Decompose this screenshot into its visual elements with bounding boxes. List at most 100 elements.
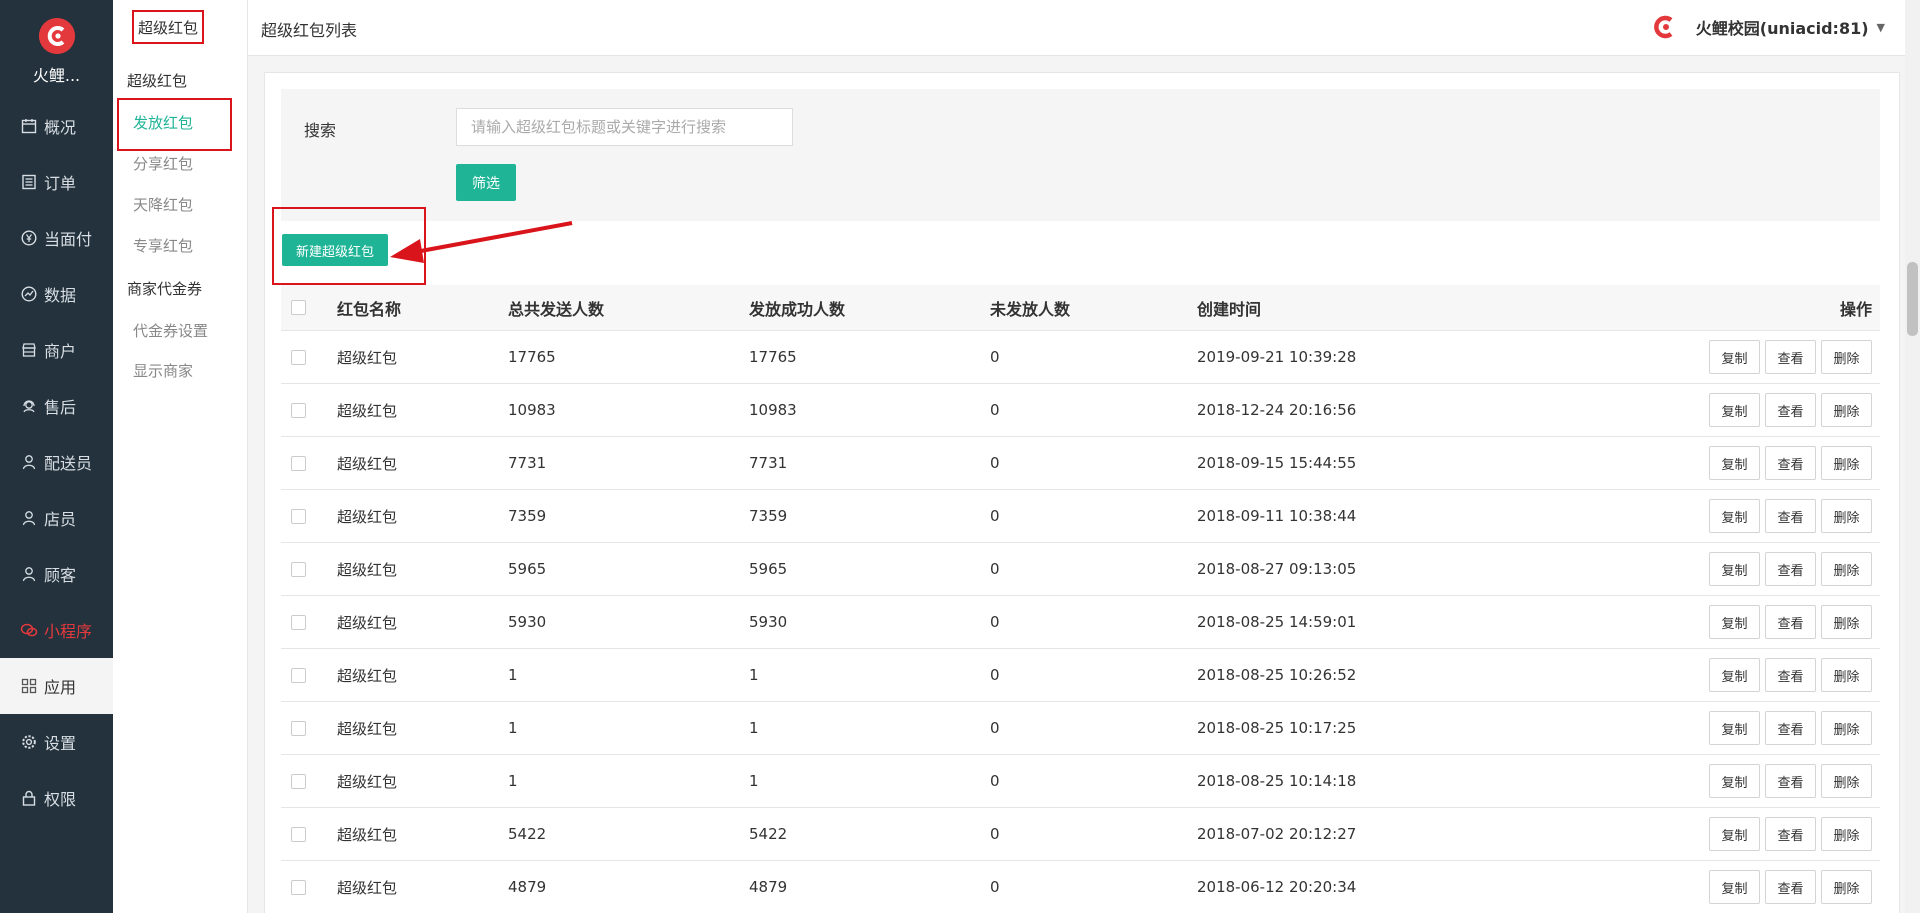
row-actions: 复制 查看 删除 — [1704, 861, 1872, 913]
table-row: 超级红包 17765 17765 0 2019-09-21 10:39:28 复制 查看 删除 — [281, 331, 1880, 384]
view-button[interactable]: 查看 — [1765, 870, 1816, 904]
delete-button[interactable]: 删除 — [1821, 605, 1872, 639]
table-row: 超级红包 5422 5422 0 2018-07-02 20:12:27 复制 查看 删除 — [281, 808, 1880, 861]
nav-item-data[interactable]: 数据 — [0, 266, 113, 322]
row-checkbox[interactable] — [291, 402, 306, 418]
delete-button[interactable]: 删除 — [1821, 658, 1872, 692]
search-input[interactable] — [456, 108, 793, 146]
subnav-item-voucher-settings[interactable]: 代金券设置 — [133, 320, 208, 341]
cell-success: 7359 — [749, 507, 788, 525]
cell-success: 1 — [749, 772, 759, 790]
row-actions: 复制 查看 删除 — [1704, 543, 1872, 595]
delete-button[interactable]: 删除 — [1821, 552, 1872, 586]
view-button[interactable]: 查看 — [1765, 711, 1816, 745]
row-checkbox[interactable] — [291, 561, 306, 577]
nav-item-apps[interactable]: 应用 — [0, 658, 113, 714]
copy-button[interactable]: 复制 — [1709, 446, 1760, 480]
delete-button[interactable]: 删除 — [1821, 393, 1872, 427]
delete-button[interactable]: 删除 — [1821, 446, 1872, 480]
delete-button[interactable]: 删除 — [1821, 499, 1872, 533]
list-icon — [20, 173, 38, 191]
nav-item-customer[interactable]: 顾客 — [0, 546, 113, 602]
delete-button[interactable]: 删除 — [1821, 340, 1872, 374]
view-button[interactable]: 查看 — [1765, 340, 1816, 374]
view-button[interactable]: 查看 — [1765, 817, 1816, 851]
subnav-item-show-merchant[interactable]: 显示商家 — [133, 360, 193, 381]
cell-name: 超级红包 — [337, 772, 398, 791]
view-button[interactable]: 查看 — [1765, 393, 1816, 427]
nav-item-orders[interactable]: 订单 — [0, 154, 113, 210]
subnav-item-issue-redpacket[interactable]: 发放红包 — [133, 112, 193, 133]
delete-button[interactable]: 删除 — [1821, 870, 1872, 904]
cell-name: 超级红包 — [337, 560, 398, 579]
view-button[interactable]: 查看 — [1765, 605, 1816, 639]
row-checkbox[interactable] — [291, 879, 306, 895]
view-button[interactable]: 查看 — [1765, 658, 1816, 692]
copy-button[interactable]: 复制 — [1709, 711, 1760, 745]
nav-item-overview[interactable]: 概况 — [0, 98, 113, 154]
copy-button[interactable]: 复制 — [1709, 393, 1760, 427]
subnav-group-redpacket: 超级红包 — [127, 72, 188, 90]
select-all-checkbox[interactable] — [291, 300, 306, 315]
cell-total: 10983 — [508, 401, 556, 419]
row-checkbox[interactable] — [291, 508, 306, 524]
copy-button[interactable]: 复制 — [1709, 764, 1760, 798]
nav-item-settings[interactable]: 设置 — [0, 714, 113, 770]
copy-button[interactable]: 复制 — [1709, 817, 1760, 851]
row-checkbox[interactable] — [291, 826, 306, 842]
cell-success: 7731 — [749, 454, 788, 472]
nav-item-permissions[interactable]: 权限 — [0, 770, 113, 826]
delete-button[interactable]: 删除 — [1821, 817, 1872, 851]
row-checkbox[interactable] — [291, 667, 306, 683]
copy-button[interactable]: 复制 — [1709, 340, 1760, 374]
cell-name: 超级红包 — [337, 719, 398, 738]
col-ops: 操作 — [1839, 299, 1872, 319]
row-checkbox[interactable] — [291, 720, 306, 736]
nav-item-courier[interactable]: 配送员 — [0, 434, 113, 490]
nav-label: 顾客 — [44, 566, 77, 585]
nav-item-clerk[interactable]: 店员 — [0, 490, 113, 546]
app-logo-area[interactable]: 火鲤... — [0, 0, 113, 98]
copy-button[interactable]: 复制 — [1709, 658, 1760, 692]
row-checkbox[interactable] — [291, 349, 306, 365]
row-actions: 复制 查看 删除 — [1704, 490, 1872, 542]
shop-icon — [20, 341, 38, 359]
view-button[interactable]: 查看 — [1765, 764, 1816, 798]
copy-button[interactable]: 复制 — [1709, 499, 1760, 533]
copy-button[interactable]: 复制 — [1709, 870, 1760, 904]
app-logo-icon — [38, 18, 75, 54]
sub-nav: 超级红包 超级红包 发放红包 分享红包 天降红包 专享红包 商家代金券 代金券设… — [113, 0, 248, 913]
cell-pending: 0 — [990, 454, 1000, 472]
nav-label: 设置 — [44, 734, 77, 753]
row-checkbox[interactable] — [291, 773, 306, 789]
copy-button[interactable]: 复制 — [1709, 552, 1760, 586]
wechat-icon — [20, 621, 38, 639]
scrollbar-thumb[interactable] — [1907, 262, 1918, 336]
redpacket-table: 红包名称 总共发送人数 发放成功人数 未发放人数 创建时间 操作 超级红包 177… — [281, 285, 1880, 913]
subnav-item-exclusive-redpacket[interactable]: 专享红包 — [133, 235, 193, 256]
subnav-item-sky-redpacket[interactable]: 天降红包 — [133, 194, 193, 215]
delete-button[interactable]: 删除 — [1821, 764, 1872, 798]
lock-icon — [20, 789, 38, 807]
nav-item-merchant[interactable]: 商户 — [0, 322, 113, 378]
user-name: 火鲤校园(uniacid:81) — [1695, 19, 1869, 38]
user-icon — [20, 509, 38, 527]
nav-item-facepay[interactable]: 当面付 — [0, 210, 113, 266]
new-redpacket-button[interactable]: 新建超级红包 — [282, 234, 388, 266]
user-menu[interactable]: 火鲤校园(uniacid:81) ▼ — [1652, 14, 1885, 40]
nav-item-aftersale[interactable]: 售后 — [0, 378, 113, 434]
row-checkbox[interactable] — [291, 455, 306, 471]
nav-item-miniprogram[interactable]: 小程序 — [0, 602, 113, 658]
cell-pending: 0 — [990, 878, 1000, 896]
copy-button[interactable]: 复制 — [1709, 605, 1760, 639]
view-button[interactable]: 查看 — [1765, 552, 1816, 586]
view-button[interactable]: 查看 — [1765, 446, 1816, 480]
filter-button[interactable]: 筛选 — [456, 164, 516, 201]
row-checkbox[interactable] — [291, 614, 306, 630]
view-button[interactable]: 查看 — [1765, 499, 1816, 533]
cell-name: 超级红包 — [337, 666, 398, 685]
page-scrollbar[interactable] — [1905, 0, 1920, 913]
nav-label: 概况 — [44, 118, 77, 137]
delete-button[interactable]: 删除 — [1821, 711, 1872, 745]
subnav-item-share-redpacket[interactable]: 分享红包 — [133, 153, 193, 174]
